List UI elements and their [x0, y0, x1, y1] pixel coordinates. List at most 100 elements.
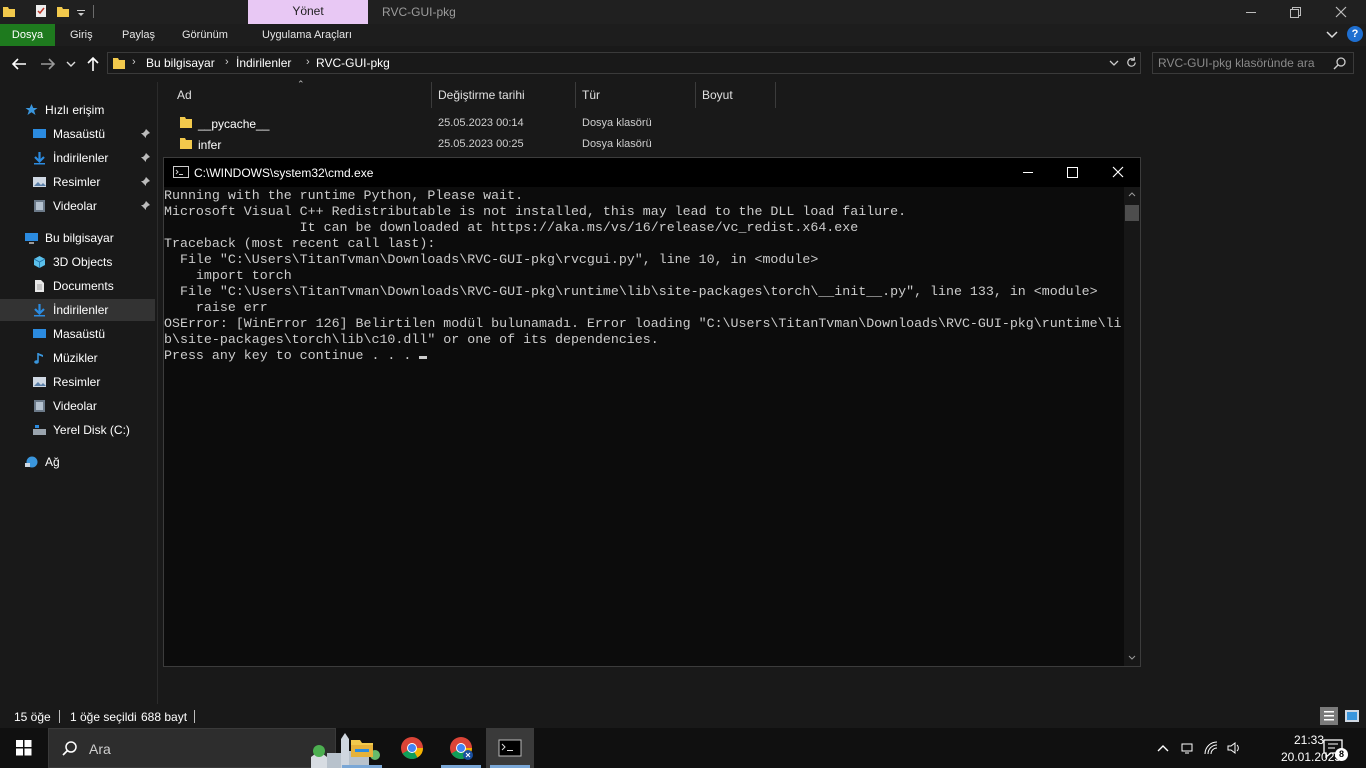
new-folder-icon[interactable] — [56, 4, 70, 18]
tab-share[interactable]: Paylaş — [122, 24, 155, 46]
nav-this-pc[interactable]: Bu bilgisayar — [0, 227, 155, 249]
cmd-maximize-button[interactable] — [1049, 158, 1095, 187]
pin-icon[interactable] — [140, 128, 151, 139]
nav-label: Bu bilgisayar — [45, 231, 114, 245]
console-line: Running with the runtime Python, Please … — [164, 188, 524, 203]
scroll-up-icon[interactable] — [1128, 191, 1136, 197]
console-line: raise err — [164, 300, 268, 315]
tab-view[interactable]: Görünüm — [182, 24, 228, 46]
taskbar-chrome[interactable] — [388, 728, 436, 768]
breadcrumb-current-folder[interactable]: RVC-GUI-pkg — [316, 56, 390, 70]
nav-downloads[interactable]: İndirilenler — [0, 299, 155, 321]
windows-start-icon[interactable] — [0, 728, 48, 768]
nav-documents[interactable]: Documents — [0, 275, 155, 297]
maximize-icon — [1067, 167, 1078, 178]
cmd-window[interactable]: C:\WINDOWS\system32\cmd.exe Running with… — [163, 157, 1141, 667]
network-status-icon[interactable] — [1179, 740, 1195, 756]
search-placeholder: RVC-GUI-pkg klasöründe ara — [1158, 56, 1315, 70]
nav-local-disk[interactable]: Yerel Disk (C:) — [0, 419, 155, 441]
pin-icon[interactable] — [140, 200, 151, 211]
scrollbar-thumb[interactable] — [1125, 205, 1139, 221]
file-row[interactable]: infer 25.05.2023 00:25 Dosya klasörü — [159, 134, 1366, 155]
breadcrumb-this-pc[interactable]: Bu bilgisayar — [146, 56, 215, 70]
nav-videos[interactable]: Videolar — [0, 395, 155, 417]
nav-quick-downloads[interactable]: İndirilenler — [0, 147, 155, 169]
pin-icon[interactable] — [140, 176, 151, 187]
volume-icon[interactable] — [1226, 740, 1242, 756]
column-date-modified[interactable]: Değiştirme tarihi — [438, 88, 525, 102]
manage-tab[interactable]: Yönet — [248, 0, 368, 24]
column-type[interactable]: Tür — [582, 88, 600, 102]
folder-icon[interactable] — [2, 4, 16, 18]
nav-quick-desktop[interactable]: Masaüstü — [0, 123, 155, 145]
nav-label: Resimler — [53, 375, 101, 389]
folder-icon — [113, 58, 125, 69]
nav-label: Hızlı erişim — [45, 103, 105, 117]
taskbar-search-box[interactable]: Ara — [48, 728, 380, 768]
back-arrow-icon[interactable] — [10, 55, 28, 73]
file-row[interactable]: __pycache__ 25.05.2023 00:14 Dosya klasö… — [159, 113, 1366, 134]
recent-locations-icon[interactable] — [66, 55, 76, 73]
chevron-down-icon[interactable] — [1108, 57, 1120, 69]
console-line: File "C:\Users\TitanTvman\Downloads\RVC-… — [164, 252, 819, 267]
column-divider[interactable] — [695, 82, 696, 108]
pin-icon[interactable] — [140, 152, 151, 163]
large-icons-view-icon[interactable] — [1344, 708, 1360, 724]
close-button[interactable] — [1318, 0, 1364, 24]
column-divider[interactable] — [575, 82, 576, 108]
address-bar[interactable]: › Bu bilgisayar › İndirilenler › RVC-GUI… — [107, 52, 1141, 74]
taskbar-command-prompt[interactable] — [486, 728, 534, 768]
properties-icon[interactable] — [34, 4, 48, 18]
minimize-button[interactable] — [1228, 0, 1274, 24]
restore-button[interactable] — [1272, 0, 1318, 24]
refresh-icon[interactable] — [1125, 56, 1138, 69]
breadcrumb-separator[interactable]: › — [132, 56, 136, 68]
nav-desktop[interactable]: Masaüstü — [0, 323, 155, 345]
console-line: b\site-packages\torch\lib\c10.dll" or on… — [164, 332, 659, 347]
ribbon-tabs: Dosya Giriş Paylaş Görünüm Uygulama Araç… — [0, 24, 1366, 46]
up-arrow-icon[interactable] — [84, 55, 102, 73]
download-icon — [34, 152, 45, 165]
file-date: 25.05.2023 00:14 — [438, 117, 524, 129]
taskbar-file-explorer[interactable] — [338, 728, 386, 768]
cmd-close-button[interactable] — [1095, 158, 1141, 187]
cmd-title: C:\WINDOWS\system32\cmd.exe — [194, 166, 374, 180]
breadcrumb-separator[interactable]: › — [306, 56, 310, 68]
cmd-scrollbar[interactable] — [1124, 187, 1140, 666]
cmd-console[interactable]: Running with the runtime Python, Please … — [164, 187, 1124, 667]
taskbar-chrome-profile[interactable] — [437, 728, 485, 768]
nav-quick-pictures[interactable]: Resimler — [0, 171, 155, 193]
file-name: __pycache__ — [198, 117, 270, 131]
search-input[interactable]: RVC-GUI-pkg klasöründe ara — [1152, 52, 1354, 74]
cmd-title-bar[interactable]: C:\WINDOWS\system32\cmd.exe — [164, 158, 1140, 187]
details-view-icon[interactable] — [1320, 707, 1338, 725]
scroll-down-icon[interactable] — [1128, 655, 1136, 661]
nav-network[interactable]: Ağ — [0, 451, 155, 473]
file-explorer-icon — [351, 740, 373, 757]
customize-quick-access-icon[interactable] — [76, 6, 86, 20]
nav-quick-videos[interactable]: Videolar — [0, 195, 155, 217]
nav-quick-access[interactable]: Hızlı erişim — [0, 99, 155, 121]
pictures-icon — [33, 377, 46, 387]
tab-home[interactable]: Giriş — [70, 24, 93, 46]
nav-label: Yerel Disk (C:) — [53, 423, 130, 437]
column-divider[interactable] — [775, 82, 776, 108]
search-icon[interactable] — [1333, 56, 1347, 70]
column-name[interactable]: Ad — [177, 88, 192, 102]
breadcrumb-separator[interactable]: › — [225, 56, 229, 68]
column-size[interactable]: Boyut — [702, 88, 733, 102]
videos-icon — [34, 200, 45, 212]
wifi-icon[interactable] — [1203, 740, 1219, 756]
column-divider[interactable] — [431, 82, 432, 108]
cmd-minimize-button[interactable] — [1005, 158, 1051, 187]
forward-arrow-icon[interactable] — [39, 55, 57, 73]
nav-music[interactable]: Müzikler — [0, 347, 155, 369]
chevron-down-icon[interactable] — [1325, 27, 1339, 41]
nav-pictures[interactable]: Resimler — [0, 371, 155, 393]
tab-application-tools[interactable]: Uygulama Araçları — [262, 24, 352, 46]
chevron-up-icon[interactable] — [1155, 740, 1171, 756]
breadcrumb-downloads[interactable]: İndirilenler — [236, 56, 291, 70]
help-button[interactable]: ? — [1347, 26, 1363, 42]
nav-3d-objects[interactable]: 3D Objects — [0, 251, 155, 273]
tab-file[interactable]: Dosya — [0, 24, 55, 46]
